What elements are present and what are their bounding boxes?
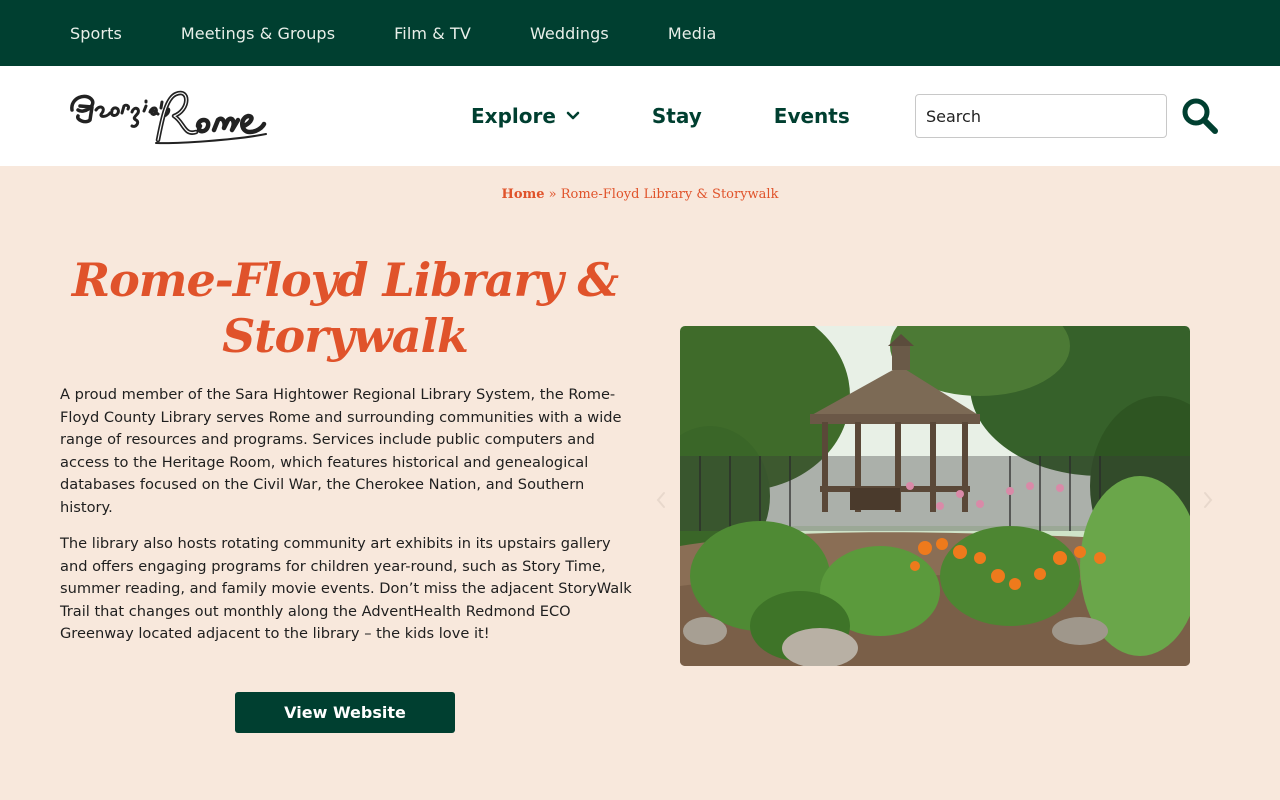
nav-stay[interactable]: Stay bbox=[652, 104, 702, 128]
breadcrumb: Home » Rome-Floyd Library & Storywalk bbox=[0, 187, 1280, 202]
chevron-right-icon[interactable] bbox=[1200, 488, 1216, 512]
nav-explore-label: Explore bbox=[471, 104, 556, 128]
nav-events[interactable]: Events bbox=[774, 104, 850, 128]
view-website-button[interactable]: View Website bbox=[235, 692, 455, 733]
topnav-item-sports[interactable]: Sports bbox=[70, 24, 122, 43]
topnav-item-film-tv[interactable]: Film & TV bbox=[394, 24, 471, 43]
gazebo-garden-image bbox=[680, 326, 1190, 666]
page-title: Rome-Floyd Library & Storywalk bbox=[71, 253, 619, 363]
nav-explore[interactable]: Explore bbox=[471, 104, 580, 128]
library-garden-photo bbox=[680, 326, 1190, 666]
description-paragraph: A proud member of the Sara Hightower Reg… bbox=[60, 386, 622, 516]
topnav-item-weddings[interactable]: Weddings bbox=[530, 24, 609, 43]
site-logo[interactable] bbox=[66, 80, 271, 150]
description-paragraph: The library also hosts rotating communit… bbox=[60, 535, 632, 642]
chevron-down-icon bbox=[566, 111, 580, 120]
main-nav: Explore Stay Events bbox=[471, 66, 850, 166]
search-icon bbox=[1182, 98, 1218, 134]
topnav-item-meetings-groups[interactable]: Meetings & Groups bbox=[181, 24, 335, 43]
top-utility-nav: Sports Meetings & Groups Film & TV Weddi… bbox=[0, 0, 1280, 66]
chevron-left-icon[interactable] bbox=[653, 488, 669, 512]
breadcrumb-separator: » bbox=[544, 187, 561, 202]
georgias-rome-logo bbox=[70, 90, 267, 145]
search-input[interactable] bbox=[915, 94, 1167, 138]
description: A proud member of the Sara Hightower Reg… bbox=[60, 384, 635, 660]
breadcrumb-current: Rome-Floyd Library & Storywalk bbox=[560, 187, 779, 202]
topnav-item-media[interactable]: Media bbox=[668, 24, 717, 43]
site-header: Explore Stay Events bbox=[0, 66, 1280, 166]
breadcrumb-home[interactable]: Home bbox=[502, 187, 545, 202]
search-button[interactable] bbox=[1180, 96, 1220, 136]
